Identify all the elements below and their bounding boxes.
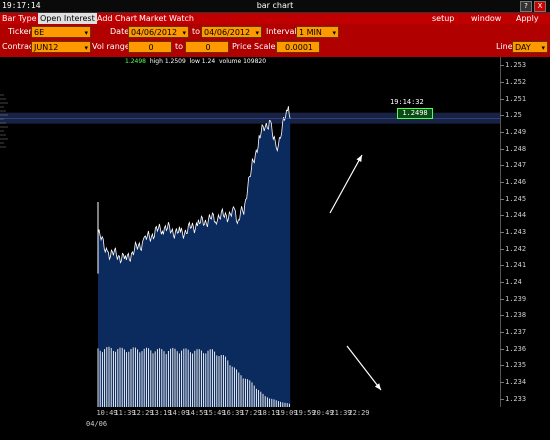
vol-from-input[interactable]: 0 [128,41,172,53]
y-tick-label: 1.247 [505,161,527,170]
y-tick-mark [500,148,504,150]
y-tick-mark [500,132,504,133]
date-to-label: to [192,27,201,36]
y-tick-label: 1.246 [505,178,527,186]
y-tick-mark [500,98,504,100]
y-tick-label: 1.249 [505,128,527,136]
y-tick-label: 1.233 [505,394,527,403]
y-tick-label: 1.252 [505,78,527,86]
menu-add-chart[interactable]: Add Chart [97,13,137,24]
interval-select[interactable]: 1 MIN [296,26,339,38]
line-select[interactable]: DAY [512,41,548,53]
y-tick-mark [500,398,504,400]
menu-market-watch[interactable]: Market Watch [139,13,194,24]
y-tick-label: 1.239 [505,294,527,303]
x-tick-label: 22:29 [348,409,370,417]
menu-open-interest[interactable]: Open Interest [38,13,97,24]
cursor-price-tag: 1.2498 [397,108,433,119]
y-tick-label: 1.237 [505,328,527,336]
menu-setup[interactable]: setup [432,13,454,24]
y-tick-label: 1.235 [505,361,527,370]
ticker-select[interactable]: 6E [31,26,91,38]
y-tick-mark [500,298,504,300]
y-tick-mark [500,332,504,333]
y-tick-mark [500,182,504,183]
y-tick-label: 1.251 [505,94,527,103]
y-tick-label: 1.253 [505,61,527,70]
interval-label: Interval [266,27,297,36]
window-title: bar chart [256,1,294,10]
y-tick-mark [500,365,504,367]
vol-to-input[interactable]: 0 [185,41,229,53]
menu-window[interactable]: window [471,13,501,24]
up-trend-arrow [329,154,363,214]
controls-panel: Ticker 6E Date 04/06/2012 to 04/06/2012 … [0,24,550,57]
ticker-label: Ticker [8,27,32,36]
y-tick-label: 1.245 [505,194,527,203]
vol-to-label: to [175,42,184,51]
menu-bar-type[interactable]: Bar Type [2,13,37,24]
vol-range-label: Vol range [92,42,130,51]
y-tick-label: 1.244 [505,211,527,220]
line-label: Line [496,42,513,51]
help-button[interactable]: ? [520,1,532,12]
menu-apply[interactable]: Apply [516,13,539,24]
date-to-select[interactable]: 04/06/2012 [201,26,262,38]
y-tick-mark [500,165,504,167]
close-button[interactable]: X [534,1,546,12]
date-label: Date [110,27,130,36]
menu-bar: Bar Type Open Interest Add Chart Market … [0,13,550,24]
y-tick-label: 1.25 [505,111,522,120]
y-tick-label: 1.236 [505,344,527,353]
y-tick-mark [500,382,504,383]
title-bar: 19:17:14 bar chart ? X [0,0,550,13]
price-scale-label: Price Scale [232,42,276,51]
y-tick-mark [500,82,504,83]
contract-select[interactable]: JUN12 [31,41,91,53]
down-trend-arrow [346,345,382,391]
y-tick-mark [500,348,504,350]
y-tick-mark [500,282,504,283]
y-tick-mark [500,215,504,217]
y-tick-label: 1.241 [505,261,527,270]
y-tick-label: 1.234 [505,378,527,386]
price-scale-input[interactable]: 0.0001 [276,41,320,53]
y-tick-mark [500,115,504,117]
y-tick-mark [500,265,504,267]
date-from-select[interactable]: 04/06/2012 [128,26,189,38]
y-tick-mark [500,232,504,233]
y-tick-mark [500,248,504,250]
cursor-time: 19:14:32 [390,98,424,106]
y-tick-label: 1.248 [505,144,527,153]
y-tick-mark [500,198,504,200]
y-tick-mark [500,315,504,317]
y-tick-label: 1.238 [505,311,527,320]
y-tick-mark [500,65,504,67]
y-tick-label: 1.243 [505,228,527,236]
date-label-axis: 04/06 [86,420,108,428]
y-tick-label: 1.242 [505,244,527,253]
y-tick-label: 1.24 [505,278,522,286]
